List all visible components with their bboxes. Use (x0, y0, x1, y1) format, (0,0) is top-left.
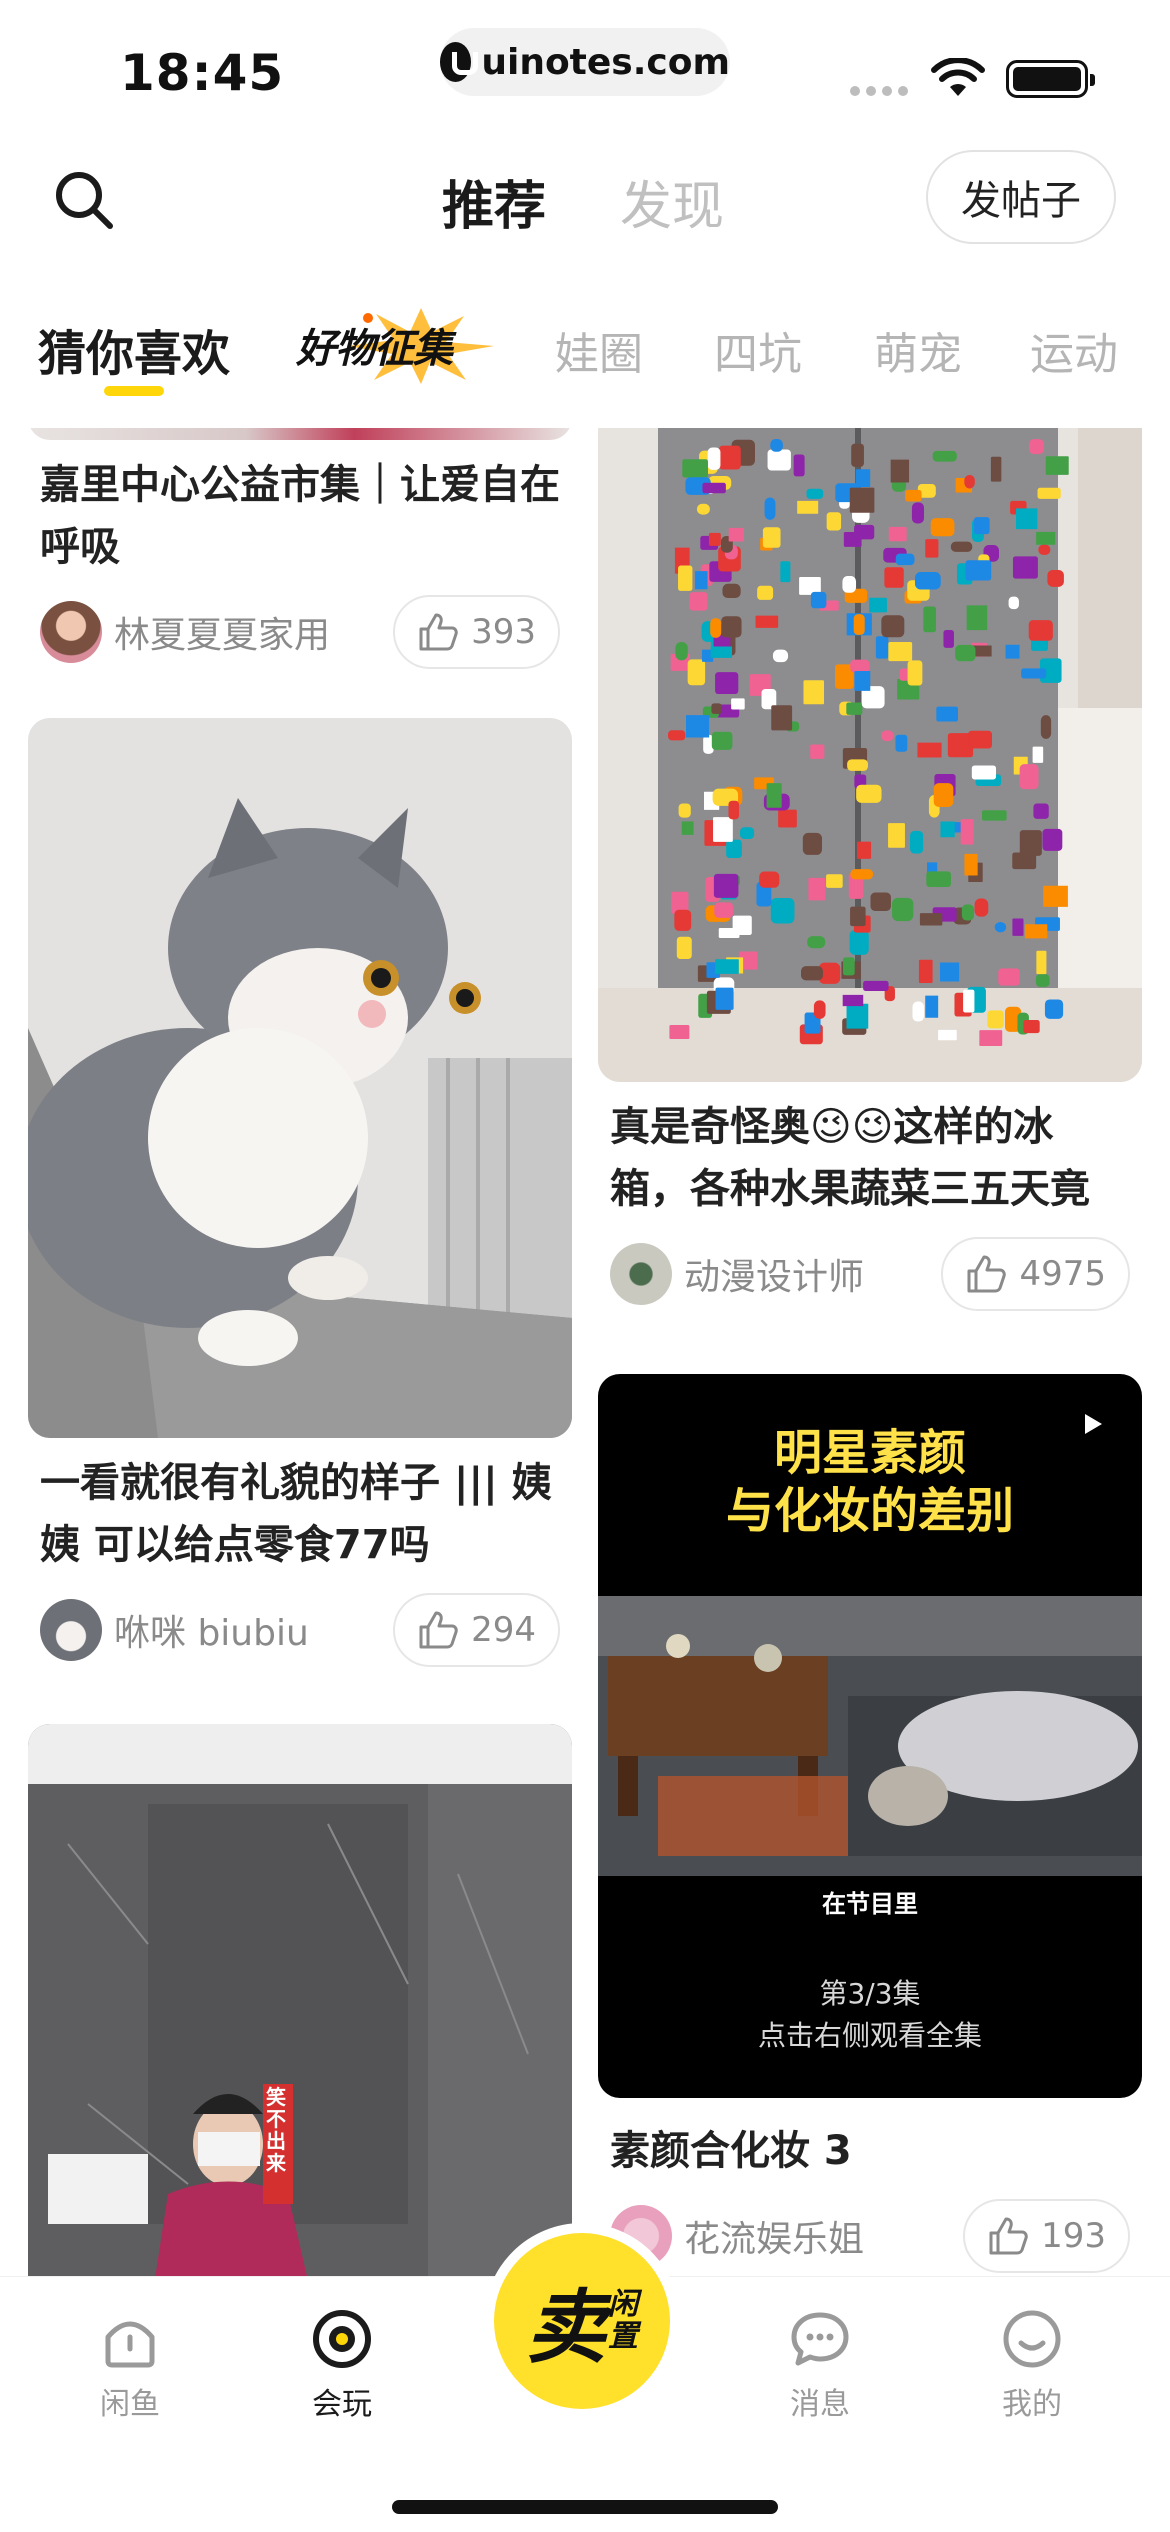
author-name: 花流娱乐姐 (684, 2219, 865, 2260)
nav-label: 我的 (1002, 2387, 1062, 2422)
nav-item-messages[interactable]: 消息 (760, 2307, 880, 2423)
like-button[interactable]: 4975 (941, 1237, 1130, 1311)
card-title: 真是奇怪奥😉😉这样的冰箱，各种水果蔬菜三五天竟 (610, 1104, 1090, 1212)
status-bar: 18:45 uinotes.com (0, 0, 1170, 130)
category-tab-good-items[interactable]: 好物征集 (296, 308, 494, 384)
card-image (28, 718, 572, 1438)
thumbs-up-icon (967, 1255, 1007, 1293)
wifi-icon (931, 58, 985, 96)
like-count: 294 (471, 1610, 536, 1650)
like-count: 193 (1041, 2216, 1106, 2256)
clock: 18:45 (120, 44, 285, 102)
category-tab-doll[interactable]: 娃圈 (555, 318, 643, 382)
home-indicator (392, 2500, 778, 2514)
category-tab-pets[interactable]: 萌宠 (874, 318, 962, 382)
url-pill[interactable]: uinotes.com (440, 28, 730, 96)
promo-tab-label: 好物征集 (296, 326, 453, 372)
card-image (28, 428, 572, 440)
sell-main-label: 卖 (526, 2281, 606, 2374)
sell-sub-label-1: 闲 (608, 2287, 638, 2322)
like-count: 4975 (1019, 1254, 1106, 1294)
selfie-photo (28, 1724, 572, 2278)
author[interactable]: 花流娱乐姐 (610, 2205, 864, 2267)
play-icon (1085, 1414, 1102, 1434)
card-footer: 咻咪 biubiu 294 (28, 1592, 572, 1668)
thumbs-up-icon (989, 2217, 1028, 2255)
home-icon (105, 2321, 155, 2368)
category-tab-four-pits[interactable]: 四坑 (714, 318, 802, 382)
card-title: 一看就很有礼貌的样子 ||| 姨姨 可以给点零食77吗 (40, 1460, 552, 1568)
url-text: uinotes.com (481, 41, 730, 83)
avatar (40, 601, 102, 663)
avatar (40, 1599, 102, 1661)
like-button[interactable]: 193 (963, 2199, 1130, 2273)
nav-label: 会玩 (312, 2387, 372, 2422)
fridge-photo (598, 428, 1142, 1082)
cellular-signal-icon (850, 86, 908, 96)
feed-card[interactable]: 真是奇怪奥😉😉这样的冰箱，各种水果蔬菜三五天竟 动漫设计师 4975 (598, 428, 1142, 1312)
message-icon (791, 2312, 849, 2366)
feed-card[interactable]: 一看就很有礼貌的样子 ||| 姨姨 可以给点零食77吗 咻咪 biubiu 29… (28, 718, 572, 1668)
card-image (598, 428, 1142, 1082)
nav-item-play[interactable]: 会玩 (282, 2307, 402, 2423)
category-tab-guess-you-like[interactable]: 猜你喜欢 (38, 314, 230, 384)
card-video: 明星素颜 与化妆的差别 在节目里 第3/3集 点击右侧观看全集 (598, 1374, 1142, 2098)
avatar (610, 1243, 672, 1305)
like-count: 393 (471, 612, 536, 652)
card-title: 嘉里中心公益市集｜让爱自在呼吸 (40, 462, 560, 570)
video-caption: 在节目里 (822, 1890, 918, 1918)
active-tab-indicator (104, 386, 164, 396)
sell-button[interactable]: 卖 闲 置 (494, 2233, 670, 2409)
card-footer: 花流娱乐姐 193 (598, 2198, 1142, 2274)
feed-card[interactable]: 嘉里中心公益市集｜让爱自在呼吸 林夏夏夏家用 393 (28, 428, 572, 670)
tab-discover[interactable]: 发现 (620, 164, 724, 239)
thumbs-up-icon (419, 1611, 458, 1649)
feed-card[interactable]: 笑不出来 (28, 1724, 572, 2278)
sell-sub-label: 闲 置 (608, 2289, 638, 2353)
like-button[interactable]: 393 (393, 595, 560, 669)
site-logo-icon (440, 42, 479, 82)
author-name: 林夏夏夏家用 (114, 615, 331, 656)
cat-photo (28, 718, 572, 1438)
author-name: 咻咪 biubiu (114, 1613, 309, 1654)
battery-icon (1006, 60, 1095, 98)
author[interactable]: 林夏夏夏家用 (40, 601, 330, 663)
profile-icon (1003, 2310, 1061, 2368)
author-name: 动漫设计师 (684, 1257, 865, 1298)
category-tab-sports[interactable]: 运动 (1030, 318, 1118, 382)
author[interactable]: 动漫设计师 (610, 1243, 864, 1305)
card-title: 素颜合化妆 3 (610, 2128, 852, 2174)
author[interactable]: 咻咪 biubiu (40, 1599, 309, 1661)
post-button[interactable]: 发帖子 (926, 150, 1116, 244)
photo-sticker-text: 笑不出来 (266, 2085, 286, 2175)
nav-item-home[interactable]: 闲鱼 (70, 2307, 190, 2423)
episode-label: 第3/3集 (819, 1977, 921, 2010)
search-icon[interactable] (52, 168, 116, 232)
thumbs-up-icon (419, 613, 458, 651)
nav-label: 闲鱼 (100, 2387, 160, 2422)
feed: 嘉里中心公益市集｜让爱自在呼吸 林夏夏夏家用 393 一看就很有礼貌的样子 ||… (0, 428, 1170, 2278)
tab-recommend[interactable]: 推荐 (442, 164, 546, 239)
episode-hint: 点击右侧观看全集 (757, 2019, 982, 2052)
sell-sub-label-2: 置 (608, 2319, 638, 2354)
nav-label: 消息 (790, 2387, 850, 2422)
card-image: 笑不出来 (28, 1724, 572, 2278)
play-circle-icon (313, 2310, 371, 2368)
card-footer: 林夏夏夏家用 393 (28, 594, 572, 670)
nav-item-profile[interactable]: 我的 (972, 2307, 1092, 2423)
bottom-nav: 闲鱼 会玩 卖 闲 置 消息 我的 (0, 2233, 1170, 2532)
feed-card[interactable]: 明星素颜 与化妆的差别 在节目里 第3/3集 点击右侧观看全集 素颜合化妆 3 (598, 1374, 1142, 2274)
video-title: 明星素颜 与化妆的差别 (725, 1425, 1014, 1539)
video-frame (598, 1596, 1142, 1876)
like-button[interactable]: 294 (393, 1593, 560, 1667)
card-footer: 动漫设计师 4975 (598, 1236, 1142, 1312)
